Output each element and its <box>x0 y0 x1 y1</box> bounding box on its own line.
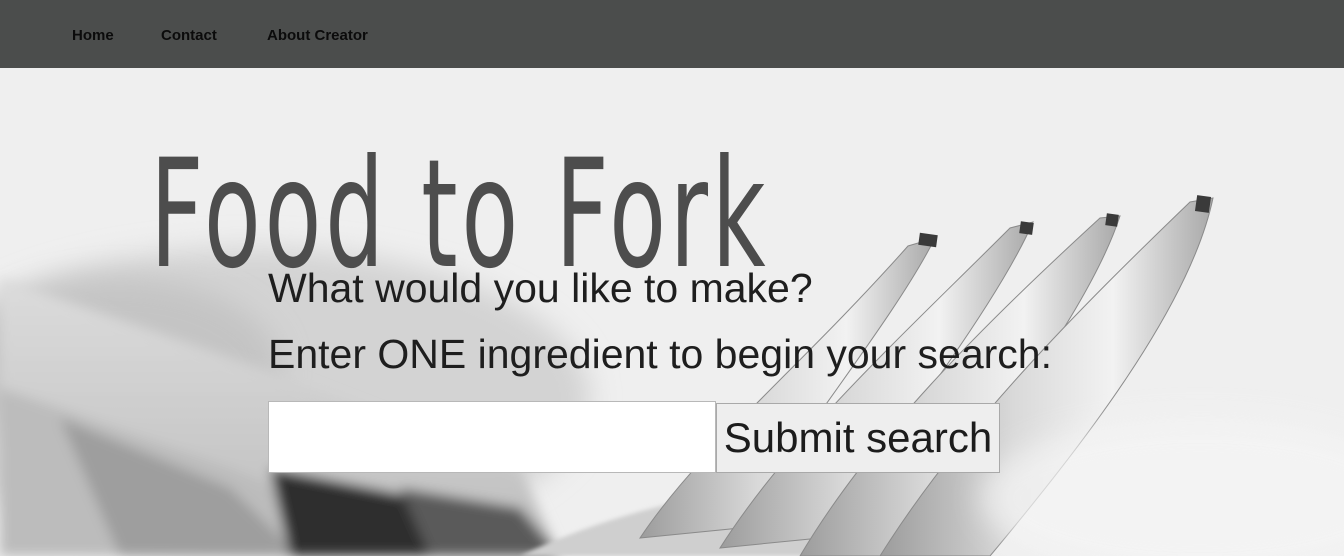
hero-section: Food to Fork <box>0 68 1344 556</box>
nav-link-about-creator[interactable]: About Creator <box>267 27 368 44</box>
instruction-heading: Enter ONE ingredient to begin your searc… <box>268 331 1052 377</box>
ingredient-search-input[interactable] <box>268 401 716 473</box>
top-navbar: Home Contact About Creator <box>0 0 1344 68</box>
nav-link-home[interactable]: Home <box>72 27 114 44</box>
question-heading: What would you like to make? <box>268 265 813 311</box>
submit-search-button[interactable]: Submit search <box>716 403 1000 473</box>
nav-link-contact[interactable]: Contact <box>161 27 217 44</box>
